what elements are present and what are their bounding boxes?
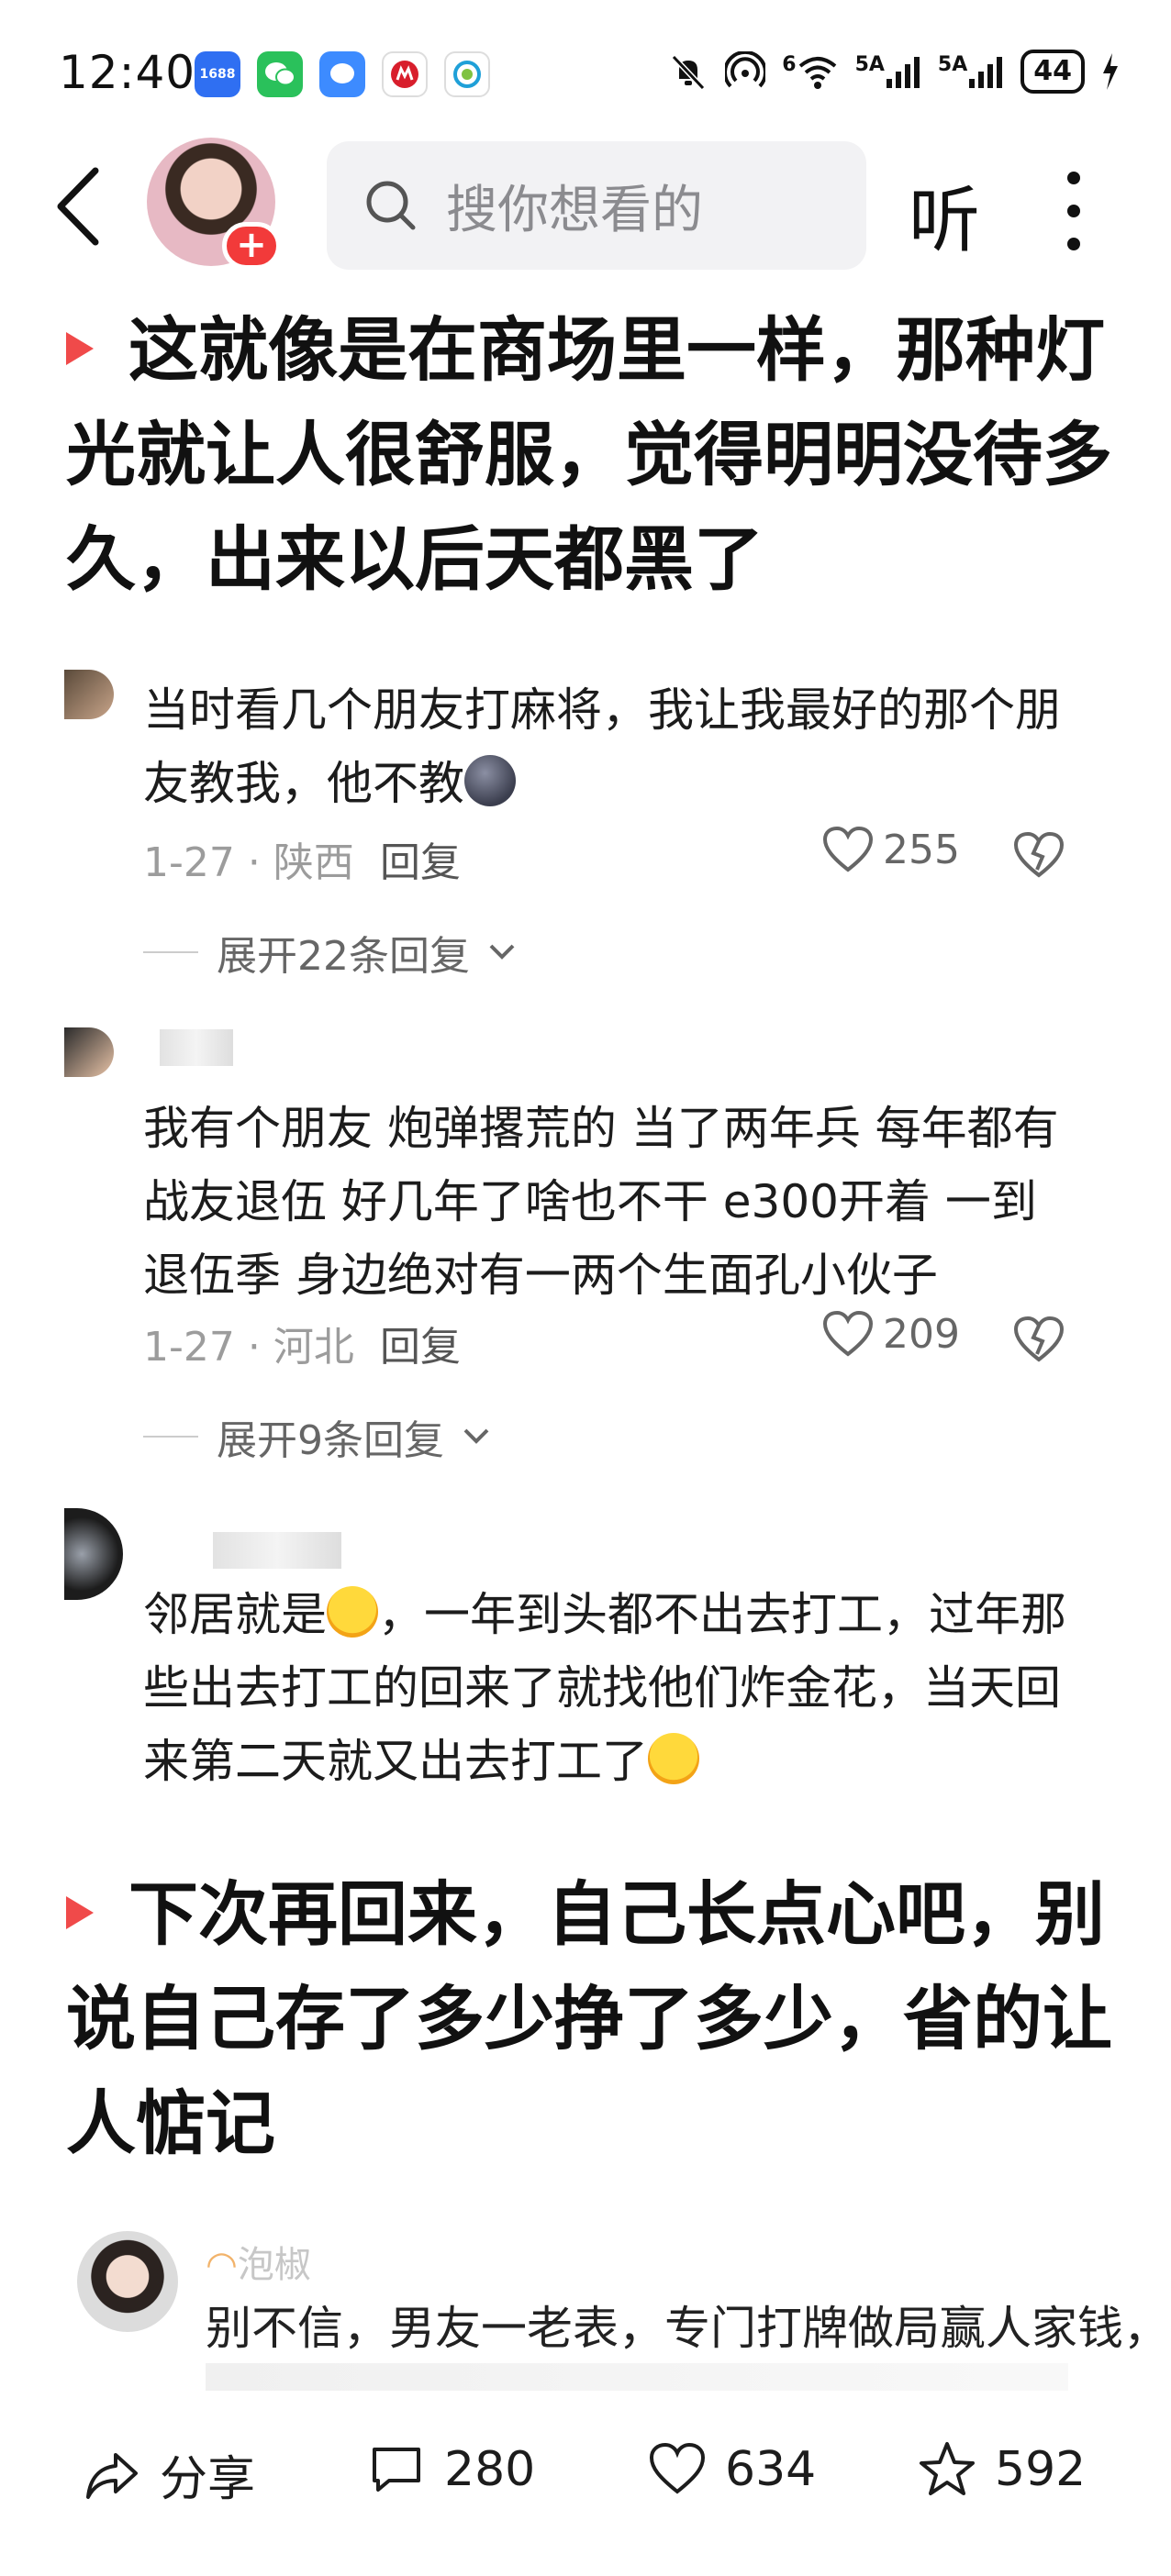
laugh-cry-emoji-icon bbox=[648, 1733, 699, 1784]
headline-2-text: 下次再回来，自己长点心吧，别说自己存了多少挣了多少，省的让人惦记 bbox=[66, 1873, 1112, 2164]
commenter-avatar[interactable] bbox=[64, 1508, 123, 1600]
status-bar: 12:40 1688 6 5A 5A 44 bbox=[0, 0, 1171, 138]
divider-line bbox=[143, 1436, 198, 1438]
likes-count: 634 bbox=[725, 2442, 817, 2497]
expand-replies-label: 展开22条回复 bbox=[217, 933, 470, 980]
wifi-icon bbox=[798, 57, 836, 89]
expand-replies-button[interactable]: 展开9条回复 bbox=[143, 1407, 490, 1466]
charging-bolt-icon bbox=[1103, 53, 1118, 90]
commenter-name-blurred[interactable] bbox=[160, 1029, 233, 1066]
preview-commenter-avatar[interactable] bbox=[77, 2231, 178, 2332]
search-icon bbox=[366, 181, 416, 230]
wifi-indicator: 6 bbox=[782, 53, 838, 90]
preview-commenter-name-text: 泡椒 bbox=[237, 2244, 311, 2286]
battery-indicator: 44 bbox=[1020, 50, 1085, 94]
comment-item: 当时看几个朋友打麻将，我让我最好的那个朋友教我，他不教 1-27 · 陕西 回复… bbox=[0, 661, 1171, 980]
follow-button[interactable]: + bbox=[222, 222, 281, 270]
commenter-avatar[interactable] bbox=[64, 670, 114, 719]
wechat-icon bbox=[257, 51, 303, 97]
comment-text-part-1: 邻居就是 bbox=[143, 1588, 327, 1641]
comment-item: 我有个朋友 炮弹撂荒的 当了两年兵 每年都有战友退伍 好几年了啥也不干 e300… bbox=[0, 1018, 1171, 1464]
hotspot-icon bbox=[725, 51, 766, 88]
comment-text: 邻居就是 ，一年到头都不出去打工，过年那些出去打工的回来了就找他们炸金花，当天回来… bbox=[143, 1578, 1079, 1798]
share-button[interactable]: 分享 bbox=[83, 2440, 255, 2509]
like-button[interactable]: 209 bbox=[822, 1310, 960, 1358]
preview-comment-text: 别不信，男友一老表，专门打牌做局赢人家钱， bbox=[206, 2302, 1169, 2355]
chevron-down-icon bbox=[463, 1428, 489, 1444]
comments-button[interactable]: 280 bbox=[367, 2440, 535, 2499]
like-button[interactable]: 255 bbox=[822, 826, 960, 873]
comment-text: 我有个朋友 炮弹撂荒的 当了两年兵 每年都有战友退伍 好几年了啥也不干 e300… bbox=[143, 1102, 1059, 1302]
star-icon bbox=[920, 2442, 975, 2495]
search-bar[interactable]: 搜你想看的 bbox=[327, 141, 866, 270]
comment-text: 当时看几个朋友打麻将，我让我最好的那个朋友教我，他不教 bbox=[143, 673, 1079, 820]
commenter-name-blurred[interactable] bbox=[213, 1532, 341, 1569]
reply-button[interactable]: 回复 bbox=[380, 829, 461, 888]
signal-indicator-1: 5A bbox=[855, 53, 921, 90]
more-options-icon[interactable] bbox=[1055, 165, 1092, 257]
heart-icon bbox=[649, 2442, 706, 2494]
expand-replies-label: 展开9条回复 bbox=[217, 1417, 444, 1464]
back-arrow-icon[interactable] bbox=[44, 165, 117, 248]
chevron-down-icon bbox=[489, 944, 515, 960]
heart-icon bbox=[822, 826, 874, 872]
like-count: 255 bbox=[883, 826, 960, 873]
app-1688-icon: 1688 bbox=[195, 51, 240, 97]
like-count: 209 bbox=[883, 1310, 960, 1358]
headline-1: 这就像是在商场里一样，那种灯光就让人很舒服，觉得明明没待多久，出来以后天都黑了 bbox=[66, 298, 1121, 612]
mute-bell-icon bbox=[672, 54, 706, 91]
status-time: 12:40 bbox=[59, 46, 196, 99]
favorites-count: 592 bbox=[995, 2442, 1087, 2497]
signal-label-1: 5A bbox=[854, 53, 885, 76]
favorite-button[interactable]: 592 bbox=[918, 2440, 1086, 2499]
bottom-action-bar: 分享 280 634 592 bbox=[0, 2404, 1171, 2576]
comment-bubble-icon bbox=[373, 2448, 420, 2492]
signal-indicator-2: 5A bbox=[938, 53, 1004, 90]
author-avatar[interactable]: + bbox=[147, 138, 281, 270]
china-merchants-bank-icon bbox=[382, 51, 428, 97]
play-triangle-icon bbox=[66, 1896, 94, 1929]
laugh-cry-emoji-icon bbox=[327, 1586, 378, 1638]
signal-bars-icon bbox=[969, 57, 1003, 88]
wifi-label: 6 bbox=[782, 53, 797, 76]
china-mobile-icon bbox=[444, 51, 490, 97]
listen-button[interactable]: 听 bbox=[909, 163, 980, 266]
share-label: 分享 bbox=[160, 2452, 256, 2507]
comment-item: 邻居就是 ，一年到头都不出去打工，过年那些出去打工的回来了就找他们炸金花，当天回来… bbox=[0, 1505, 1171, 1807]
expand-replies-button[interactable]: 展开22条回复 bbox=[143, 923, 516, 982]
divider-line bbox=[143, 951, 198, 953]
search-placeholder: 搜你想看的 bbox=[446, 180, 703, 240]
signal-bars-icon bbox=[886, 57, 920, 88]
preview-commenter-name[interactable]: ◠泡椒 bbox=[206, 2235, 311, 2288]
commenter-avatar[interactable] bbox=[64, 1027, 114, 1077]
reply-button[interactable]: 回复 bbox=[380, 1314, 461, 1372]
heart-icon bbox=[822, 1310, 874, 1357]
share-icon bbox=[86, 2452, 138, 2499]
signal-label-2: 5A bbox=[937, 53, 968, 76]
play-triangle-icon bbox=[66, 332, 94, 365]
comment-text-content: 当时看几个朋友打麻将，我让我最好的那个朋友教我，他不教 bbox=[143, 683, 1061, 810]
top-nav: + 搜你想看的 听 bbox=[0, 138, 1171, 275]
status-right-icons: 6 5A 5A 44 bbox=[668, 50, 1120, 94]
headline-1-text: 这就像是在商场里一样，那种灯光就让人很舒服，觉得明明没待多久，出来以后天都黑了 bbox=[66, 309, 1112, 600]
notification-app-icons: 1688 bbox=[195, 51, 490, 97]
comment-meta: 1-27 · 陕西 bbox=[143, 839, 354, 886]
like-post-button[interactable]: 634 bbox=[648, 2440, 816, 2499]
rainbow-icon: ◠ bbox=[206, 2244, 238, 2286]
preview-comment-fade bbox=[206, 2363, 1068, 2391]
dislike-broken-heart-icon[interactable] bbox=[1013, 829, 1065, 881]
messages-icon bbox=[319, 51, 365, 97]
dislike-broken-heart-icon[interactable] bbox=[1013, 1314, 1065, 1365]
moon-emoji-icon bbox=[464, 755, 516, 806]
comment-meta: 1-27 · 河北 bbox=[143, 1324, 354, 1371]
headline-2: 下次再回来，自己长点心吧，别说自己存了多少挣了多少，省的让人惦记 bbox=[66, 1862, 1121, 2176]
comments-count: 280 bbox=[444, 2442, 536, 2497]
